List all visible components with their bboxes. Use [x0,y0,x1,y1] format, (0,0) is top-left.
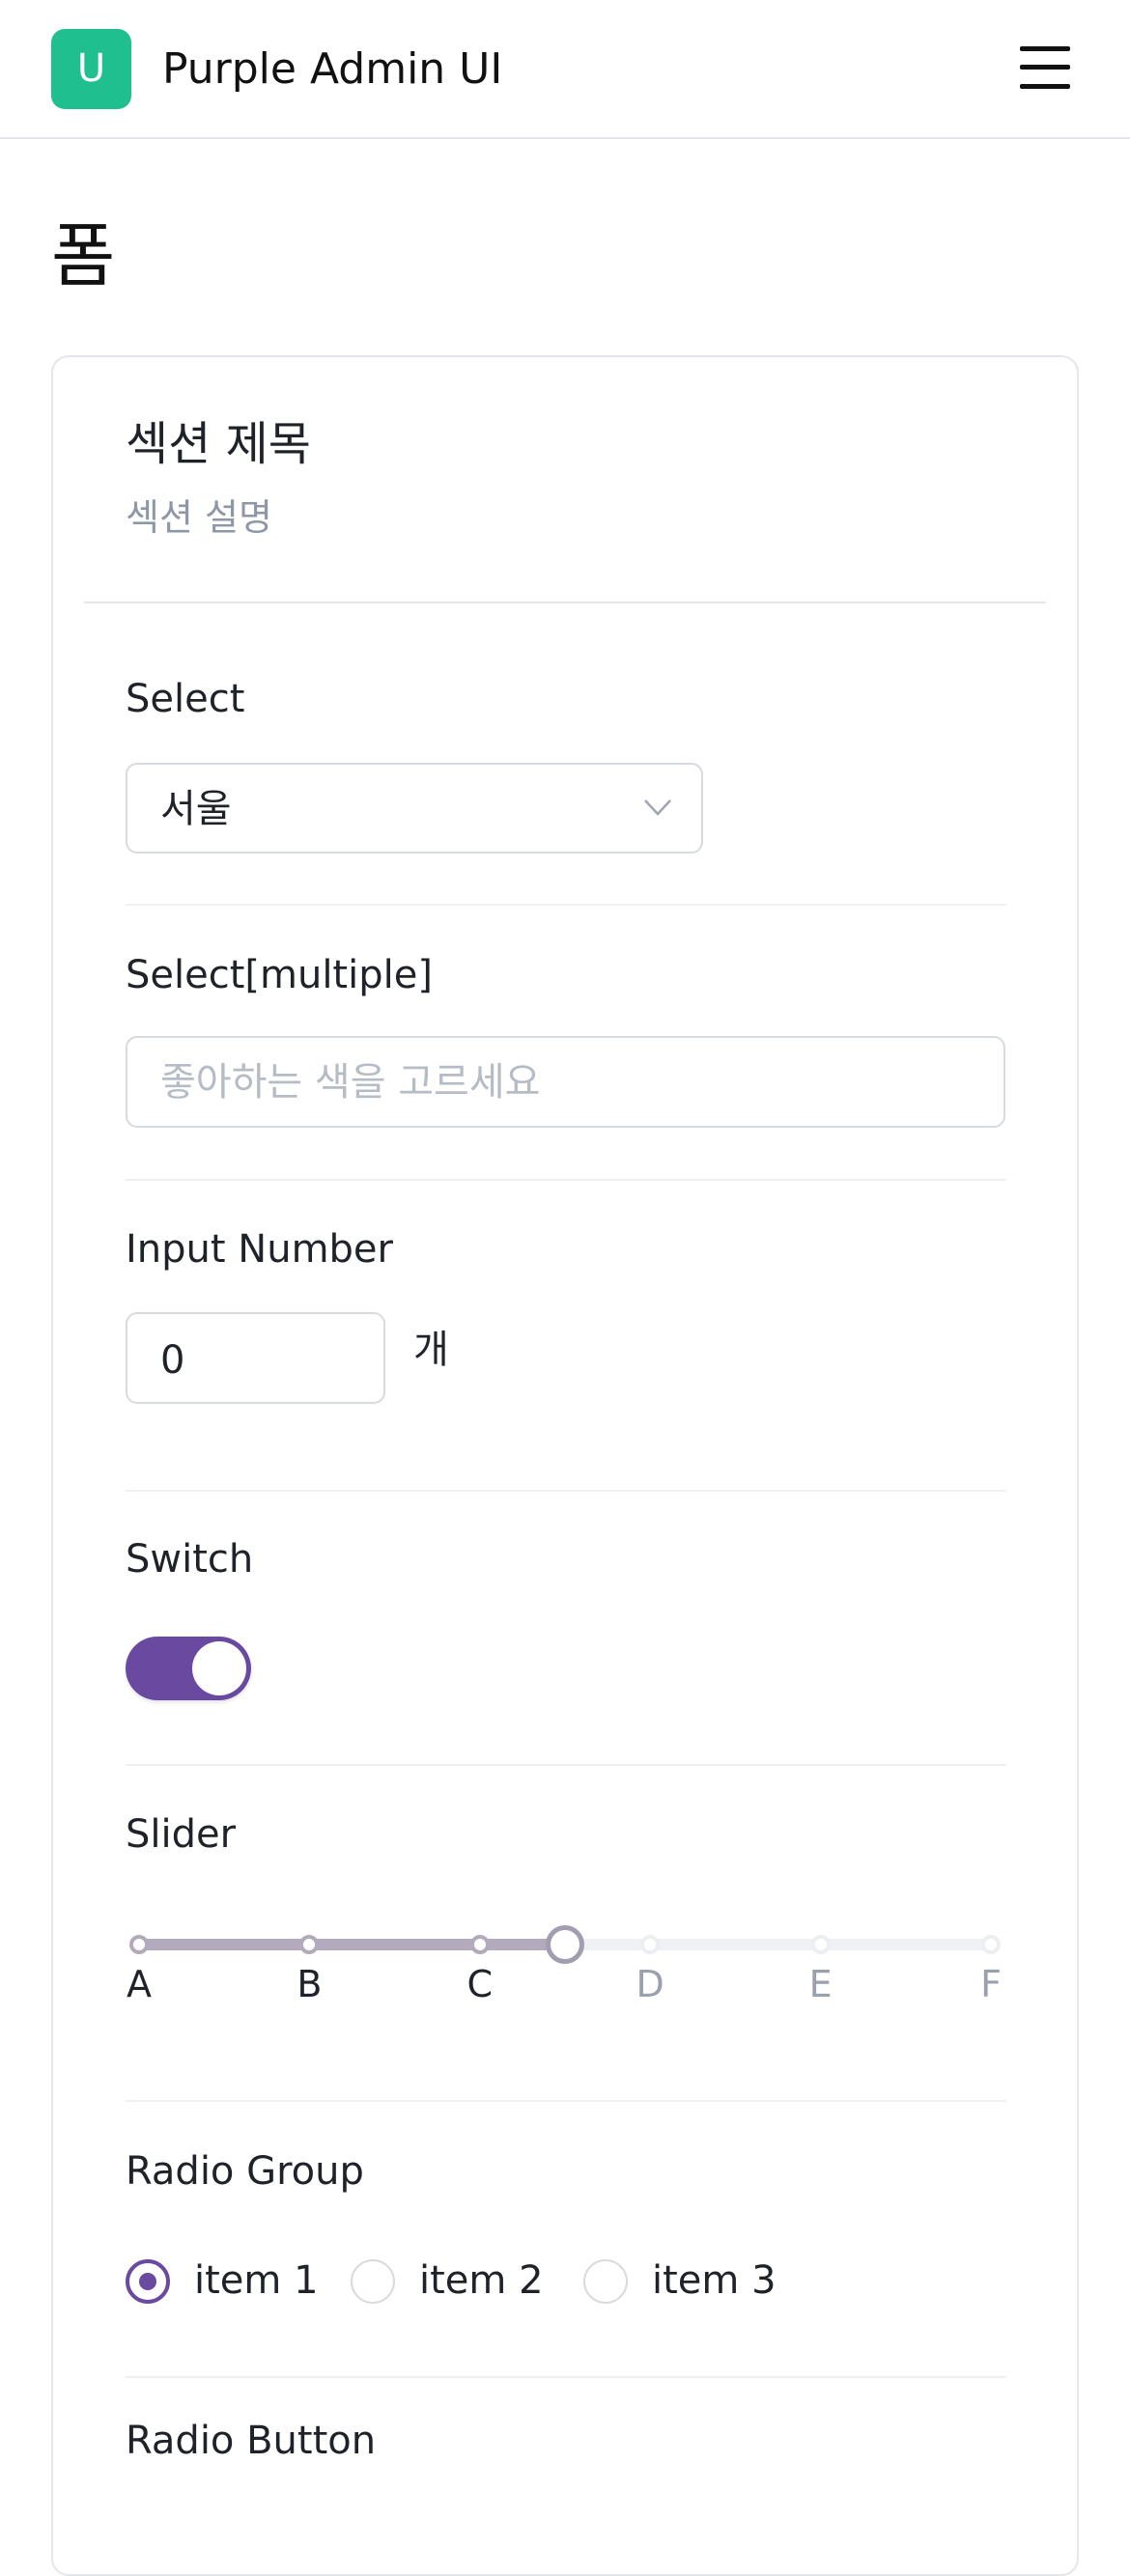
radio-group: item 1 item 2 item 3 [126,2254,1006,2308]
step-slider[interactable]: A B C D E F [126,1921,1006,2018]
slider-mark-label[interactable]: F [980,1960,1002,2008]
slider-step-dot[interactable] [129,1935,149,1954]
radio-circle[interactable] [583,2259,628,2304]
section-divider [84,602,1046,603]
chevron-down-icon [644,799,671,816]
top-header: U Purple Admin UI [0,0,1130,139]
switch-knob [192,1641,246,1695]
field-divider [126,1764,1006,1766]
app-title[interactable]: Purple Admin UI [162,41,502,98]
slider-step-dot[interactable] [810,1935,831,1954]
slider-fill [139,1939,565,1950]
input-number-label: Input Number [126,1227,393,1272]
color-multi-select[interactable]: 좋아하는 색을 고르세요 [126,1036,1005,1128]
multi-select-placeholder: 좋아하는 색을 고르세요 [160,1060,541,1105]
slider-mark-label[interactable]: E [809,1960,833,2008]
radio-circle[interactable] [351,2259,395,2304]
slider-step-dot[interactable] [981,1935,1001,1954]
field-divider [126,2376,1006,2378]
quantity-unit: 개 [413,1328,449,1372]
field-divider [126,2100,1006,2102]
slider-step-dot[interactable] [299,1935,320,1954]
radio-option-label: item 2 [419,2258,544,2303]
section-title: 섹션 제목 [126,417,311,471]
slider-step-dot[interactable] [469,1935,490,1954]
hamburger-icon[interactable] [1020,44,1070,91]
slider-mark-label[interactable]: D [636,1960,664,2008]
slider-mark-label[interactable]: A [127,1960,152,2008]
radio-button-label: Radio Button [126,2419,377,2463]
select-label: Select [126,677,245,721]
quantity-value: 0 [160,1338,185,1383]
switch-label: Switch [126,1537,254,1582]
slider-mark-label[interactable]: C [467,1960,494,2008]
quantity-input[interactable]: 0 [126,1312,385,1404]
slider-label: Slider [126,1812,237,1857]
page-title: 폼 [51,215,116,296]
field-divider [126,1490,1006,1492]
field-divider [126,904,1006,906]
multi-select-label: Select[multiple] [126,953,433,997]
radio-circle[interactable] [126,2259,170,2304]
slider-mark-label[interactable]: B [297,1960,322,2008]
logo[interactable]: U [51,29,131,109]
section-description: 섹션 설명 [126,496,272,539]
radio-group-label: Radio Group [126,2149,364,2194]
select-value: 서울 [160,787,232,831]
slider-step-dot[interactable] [640,1935,661,1954]
radio-option-label: item 3 [652,2258,777,2303]
toggle-switch[interactable] [126,1637,251,1700]
city-select[interactable]: 서울 [126,763,703,854]
radio-option-label: item 1 [194,2258,319,2303]
field-divider [126,1179,1006,1181]
slider-handle[interactable] [546,1925,584,1964]
